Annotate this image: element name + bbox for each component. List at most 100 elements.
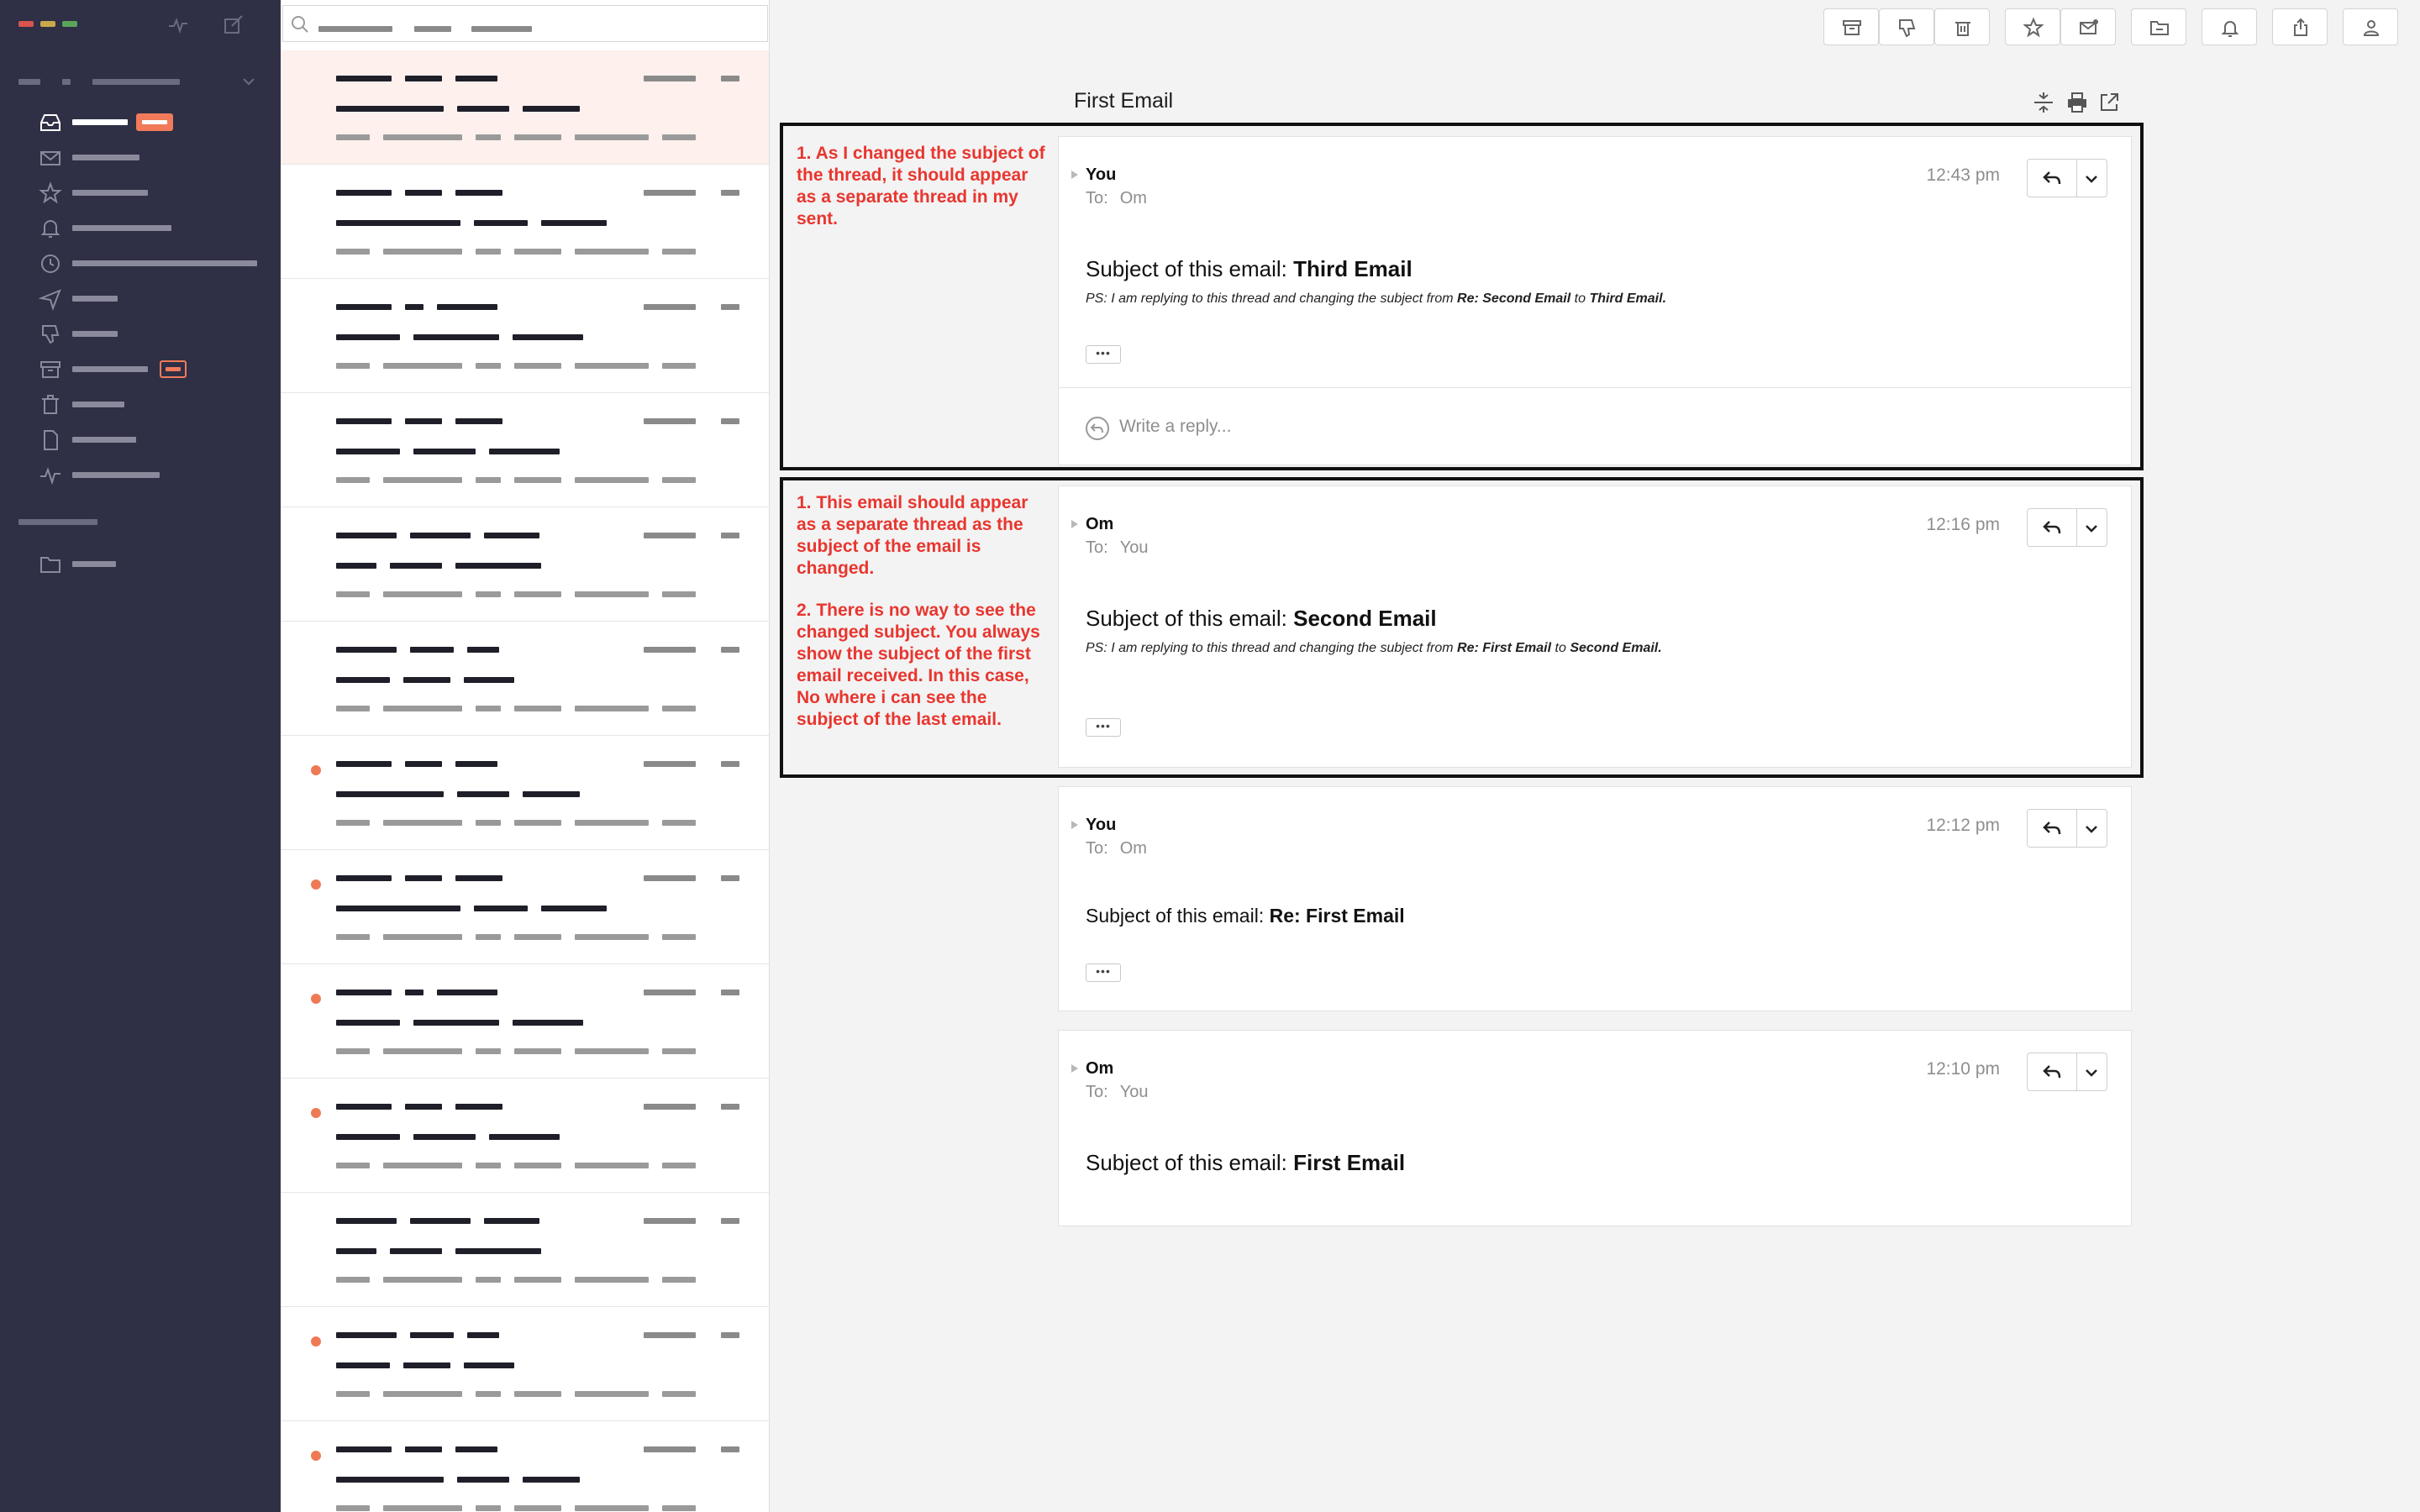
unread-count-badge [136,113,173,131]
print-icon[interactable] [2065,91,2089,114]
sidebar-item-inbox[interactable] [0,104,281,138]
expand-all-icon[interactable] [2032,91,2055,114]
redacted-text [514,1391,561,1397]
message-list-row[interactable] [281,393,769,507]
message-list-row[interactable] [281,1079,769,1193]
redacted-text [464,1362,514,1368]
redacted-text [476,934,501,940]
close-window-button[interactable] [18,21,34,27]
sidebar-item-activity[interactable] [0,457,281,491]
redacted-text [514,591,561,597]
expand-arrow-icon[interactable] [1071,1064,1078,1073]
archive-button[interactable] [1823,8,1879,45]
message-list-row[interactable] [281,622,769,736]
sidebar-item-envelope[interactable] [0,139,281,173]
pop-out-icon[interactable] [2097,91,2121,114]
star-button[interactable] [2005,8,2060,45]
redacted-text [513,1020,583,1026]
share-button[interactable] [2272,8,2328,45]
message-list-row[interactable] [281,850,769,964]
message-list-row[interactable] [281,279,769,393]
redacted-text [336,647,397,653]
redacted-text [383,134,462,140]
minimize-window-button[interactable] [40,21,55,27]
sidebar-item-folder[interactable] [0,546,281,580]
redacted-text [476,706,501,711]
message-list-row[interactable] [281,165,769,279]
activity-icon[interactable] [166,13,190,37]
search-field[interactable] [282,5,768,42]
redacted-text [336,1248,376,1254]
remind-button[interactable] [2202,8,2257,45]
compose-icon[interactable] [222,13,245,37]
message-sender: Om [1086,1059,1114,1078]
unread-dot-icon [311,1336,321,1347]
message-list-row[interactable] [281,1193,769,1307]
sidebar-item-sent[interactable] [0,281,281,314]
redacted-text [575,934,649,940]
sidebar-item-starred[interactable] [0,175,281,208]
message-list-row[interactable] [281,50,769,165]
redacted-text [336,76,392,81]
mark-unread-button[interactable] [2060,8,2116,45]
redacted-text [410,647,454,653]
redacted-text [336,449,400,454]
redacted-text [575,1277,649,1283]
message-card[interactable]: You To: Om 12:12 pm Subject of this email… [1058,786,2132,1011]
folders-section-header [18,519,97,525]
message-list-row[interactable] [281,1307,769,1421]
sidebar-item-label [72,190,148,196]
clock-icon [41,255,60,273]
account-section-header[interactable] [0,72,281,91]
sidebar-item-snoozed[interactable] [0,245,281,279]
thumbs-down-icon [42,325,60,344]
expand-arrow-icon[interactable] [1071,821,1078,829]
redacted-text [405,418,442,424]
account-button[interactable] [2343,8,2398,45]
sidebar-item-drafts[interactable] [0,422,281,455]
sidebar-item-spam[interactable] [0,316,281,349]
reply-icon[interactable] [2043,1064,2061,1079]
redacted-date [721,76,739,81]
move-to-folder-button[interactable] [2131,8,2186,45]
redacted-text [541,220,607,226]
sidebar-item-trash[interactable] [0,386,281,420]
message-list-row[interactable] [281,1421,769,1512]
redacted-text [476,363,501,369]
chevron-down-icon[interactable] [2085,824,2098,834]
message-subject: Subject of this email: First Email [1086,1150,1406,1175]
redacted-date [644,190,696,196]
reply-icon[interactable] [2043,821,2061,836]
spam-button[interactable] [1879,8,1934,45]
delete-button[interactable] [1934,8,1990,45]
redacted-text [457,791,509,797]
sidebar-item-archive[interactable] [0,351,281,385]
redacted-text [662,363,696,369]
message-card[interactable]: Om To: You 12:10 pm Subject of this email… [1058,1030,2132,1226]
reply-button-group[interactable] [2027,1053,2107,1091]
chevron-down-icon[interactable] [2085,1068,2098,1078]
redacted-text [523,1477,580,1483]
redacted-text [514,706,561,711]
message-list-row[interactable] [281,507,769,622]
message-list-row[interactable] [281,964,769,1079]
annotation-note: 1. As I changed the subject of the threa… [797,144,1045,228]
redacted-text [455,418,502,424]
sidebar-item-reminders[interactable] [0,210,281,244]
redacted-text [476,1391,501,1397]
chevron-down-icon[interactable] [242,76,255,87]
redacted-text [514,477,561,483]
redacted-text [575,363,649,369]
redacted-text [405,990,424,995]
message-list-row[interactable] [281,736,769,850]
thumbs-down-icon [1899,19,1916,38]
redacted-text [662,1048,696,1054]
reply-button-group[interactable] [2027,809,2107,848]
redacted-text [575,820,649,826]
show-more-button[interactable]: ••• [1086,963,1121,982]
move-to-folder-icon [2150,21,2169,35]
zoom-window-button[interactable] [62,21,77,27]
redacted-text [336,1020,400,1026]
redacted-text [455,563,541,569]
redacted-text [413,1020,499,1026]
